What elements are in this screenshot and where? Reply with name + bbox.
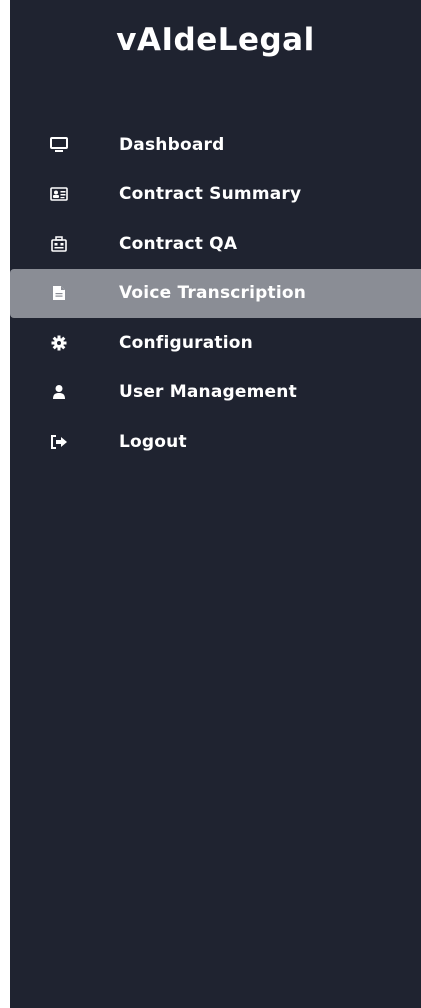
sidebar: vAIdeLegal Dashboard Contract Summary Co… bbox=[10, 0, 421, 1008]
logout-icon bbox=[50, 433, 68, 451]
id-card-icon bbox=[50, 185, 68, 203]
sidebar-item-contract-qa[interactable]: Contract QA bbox=[10, 219, 421, 269]
sidebar-item-label: Logout bbox=[119, 431, 187, 452]
monitor-icon bbox=[50, 136, 68, 154]
sidebar-item-label: User Management bbox=[119, 382, 297, 403]
sidebar-item-dashboard[interactable]: Dashboard bbox=[10, 120, 421, 170]
sidebar-item-label: Contract Summary bbox=[119, 184, 302, 205]
brand-logo[interactable]: vAIdeLegal bbox=[10, 18, 421, 62]
sidebar-item-voice-transcription[interactable]: Voice Transcription bbox=[10, 268, 421, 318]
sidebar-item-user-management[interactable]: User Management bbox=[10, 368, 421, 418]
gear-icon bbox=[50, 334, 68, 352]
briefcase-icon bbox=[50, 235, 68, 253]
sidebar-item-logout[interactable]: Logout bbox=[10, 417, 421, 467]
sidebar-item-label: Configuration bbox=[119, 332, 253, 353]
sidebar-item-label: Contract QA bbox=[119, 233, 238, 254]
sidebar-item-label: Dashboard bbox=[119, 134, 225, 155]
sidebar-item-label: Voice Transcription bbox=[119, 283, 307, 304]
sidebar-item-configuration[interactable]: Configuration bbox=[10, 318, 421, 368]
file-icon bbox=[50, 284, 68, 302]
sidebar-item-contract-summary[interactable]: Contract Summary bbox=[10, 170, 421, 220]
sidebar-nav: Dashboard Contract Summary Contract QA V… bbox=[10, 120, 421, 467]
user-icon bbox=[50, 383, 68, 401]
